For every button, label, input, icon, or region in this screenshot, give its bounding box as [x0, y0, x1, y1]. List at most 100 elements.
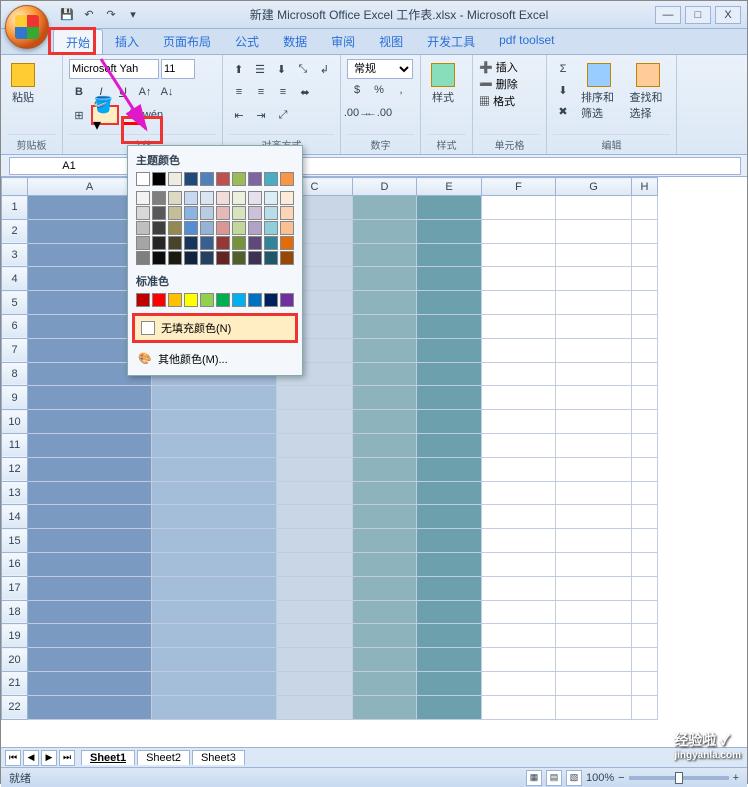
cell-F13[interactable] [482, 481, 556, 505]
borders-button[interactable]: ⊞ [69, 105, 89, 125]
row-header-6[interactable]: 6 [2, 314, 28, 338]
cell-A11[interactable] [28, 433, 152, 457]
swatch[interactable] [184, 172, 198, 186]
cell-D15[interactable] [353, 529, 417, 553]
swatch[interactable] [264, 293, 278, 307]
cell-B12[interactable] [152, 457, 277, 481]
cell-F5[interactable] [482, 291, 556, 315]
cell-G7[interactable] [556, 338, 632, 362]
cell-B14[interactable] [152, 505, 277, 529]
cell-D22[interactable] [353, 695, 417, 719]
cell-D2[interactable] [353, 219, 417, 243]
cell-C16[interactable] [277, 552, 353, 576]
paste-button[interactable]: 粘贴 [7, 59, 39, 109]
swatch[interactable] [264, 191, 278, 205]
cell-C9[interactable] [277, 386, 353, 410]
cell-E4[interactable] [417, 267, 482, 291]
cell-F8[interactable] [482, 362, 556, 386]
row-header-10[interactable]: 10 [2, 410, 28, 434]
cell-A17[interactable] [28, 576, 152, 600]
cell-F16[interactable] [482, 552, 556, 576]
cell-F11[interactable] [482, 433, 556, 457]
cell-F14[interactable] [482, 505, 556, 529]
minimize-button[interactable]: — [655, 6, 681, 24]
cell-E18[interactable] [417, 600, 482, 624]
cell-H10[interactable] [632, 410, 658, 434]
swatch[interactable] [136, 172, 150, 186]
row-header-13[interactable]: 13 [2, 481, 28, 505]
office-button[interactable] [5, 5, 49, 49]
cell-H20[interactable] [632, 648, 658, 672]
tab-数据[interactable]: 数据 [271, 29, 319, 54]
cell-A18[interactable] [28, 600, 152, 624]
cell-A14[interactable] [28, 505, 152, 529]
swatch[interactable] [184, 293, 198, 307]
cell-D3[interactable] [353, 243, 417, 267]
decrease-decimal-button[interactable]: ←.00 [369, 103, 389, 123]
grow-font-button[interactable]: A↑ [135, 82, 155, 102]
cell-D1[interactable] [353, 196, 417, 220]
swatch[interactable] [216, 221, 230, 235]
cell-E6[interactable] [417, 314, 482, 338]
swatch[interactable] [280, 251, 294, 265]
swatch[interactable] [152, 236, 166, 250]
view-normal[interactable]: ▦ [526, 770, 542, 786]
cell-D12[interactable] [353, 457, 417, 481]
cell-G14[interactable] [556, 505, 632, 529]
name-box[interactable] [9, 157, 129, 175]
swatch[interactable] [216, 191, 230, 205]
orientation-button[interactable]: ⤡ [293, 59, 312, 79]
cell-F6[interactable] [482, 314, 556, 338]
swatch[interactable] [168, 191, 182, 205]
swatch[interactable] [280, 293, 294, 307]
cell-F3[interactable] [482, 243, 556, 267]
cell-F7[interactable] [482, 338, 556, 362]
qat-save[interactable]: 💾 [57, 5, 77, 25]
cell-G16[interactable] [556, 552, 632, 576]
cell-D18[interactable] [353, 600, 417, 624]
cell-H9[interactable] [632, 386, 658, 410]
number-format-select[interactable]: 常规 [347, 59, 413, 79]
cell-D11[interactable] [353, 433, 417, 457]
row-header-18[interactable]: 18 [2, 600, 28, 624]
cell-E21[interactable] [417, 671, 482, 695]
swatch[interactable] [280, 236, 294, 250]
align-right-button[interactable]: ≡ [273, 82, 293, 102]
swatch[interactable] [152, 251, 166, 265]
cell-H3[interactable] [632, 243, 658, 267]
cell-E11[interactable] [417, 433, 482, 457]
swatch[interactable] [152, 293, 166, 307]
cell-G6[interactable] [556, 314, 632, 338]
more-colors-item[interactable]: 🎨 其他颜色(M)... [132, 347, 298, 371]
zoom-slider[interactable] [629, 776, 729, 780]
cell-B19[interactable] [152, 624, 277, 648]
comma-button[interactable]: , [391, 80, 411, 100]
swatch[interactable] [280, 221, 294, 235]
wrap-text-button[interactable]: ↲ [315, 59, 334, 79]
row-header-4[interactable]: 4 [2, 267, 28, 291]
tab-视图[interactable]: 视图 [367, 29, 415, 54]
swatch[interactable] [232, 236, 246, 250]
percent-button[interactable]: % [369, 80, 389, 100]
row-header-3[interactable]: 3 [2, 243, 28, 267]
cell-E17[interactable] [417, 576, 482, 600]
cell-D4[interactable] [353, 267, 417, 291]
cell-C17[interactable] [277, 576, 353, 600]
cell-F1[interactable] [482, 196, 556, 220]
cell-C22[interactable] [277, 695, 353, 719]
cell-H15[interactable] [632, 529, 658, 553]
swatch[interactable] [184, 206, 198, 220]
swatch[interactable] [200, 191, 214, 205]
swatch[interactable] [248, 206, 262, 220]
cell-C19[interactable] [277, 624, 353, 648]
swatch[interactable] [184, 221, 198, 235]
format-cells-button[interactable]: ▦ 格式 [479, 93, 540, 109]
swatch[interactable] [184, 236, 198, 250]
cell-A15[interactable] [28, 529, 152, 553]
sheet-tab-Sheet1[interactable]: Sheet1 [81, 750, 135, 765]
cell-E19[interactable] [417, 624, 482, 648]
currency-button[interactable]: $ [347, 80, 367, 100]
row-header-8[interactable]: 8 [2, 362, 28, 386]
swatch[interactable] [248, 293, 262, 307]
fill-button[interactable]: ⬇ [553, 80, 573, 100]
